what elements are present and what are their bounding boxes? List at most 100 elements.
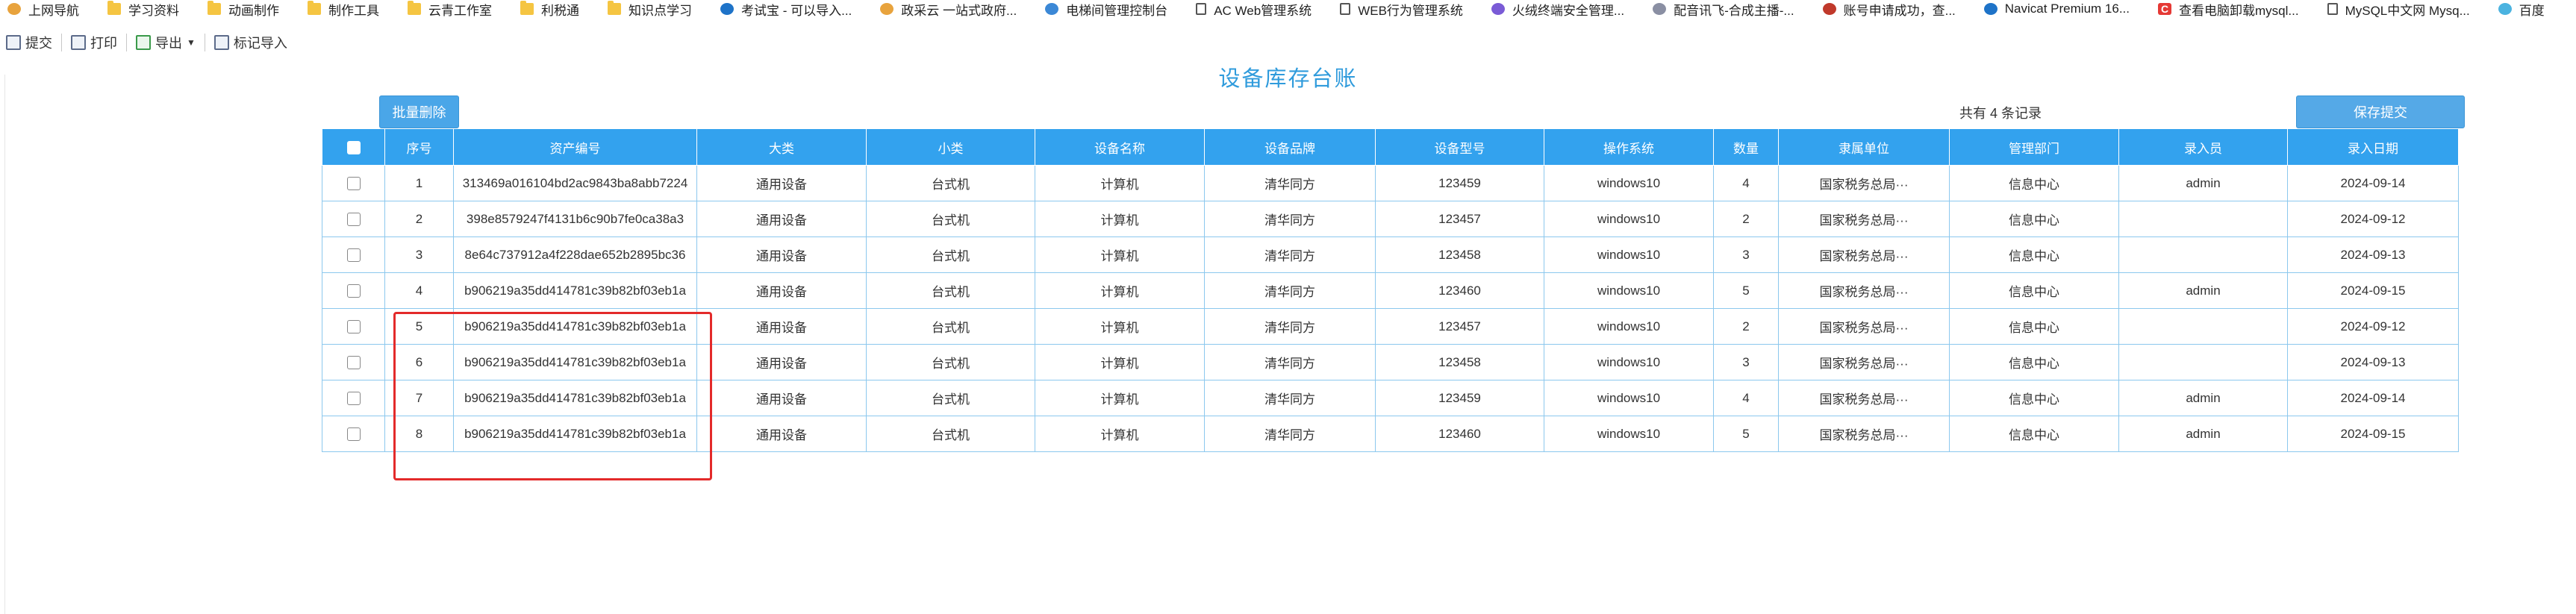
row-checkbox[interactable] bbox=[346, 392, 361, 406]
print-button[interactable]: 打印 bbox=[65, 33, 123, 52]
table-cell: 2024-09-12 bbox=[2287, 308, 2459, 345]
column-header: 管理部门 bbox=[1949, 128, 2119, 166]
row-select-cell[interactable] bbox=[322, 344, 385, 380]
table-cell: 2024-09-15 bbox=[2287, 416, 2459, 452]
save-submit-button[interactable]: 保存提交 bbox=[2296, 95, 2465, 128]
navicat-icon bbox=[1983, 3, 1998, 15]
table-cell: 6 bbox=[384, 344, 454, 380]
row-select-cell[interactable] bbox=[322, 380, 385, 416]
table-row[interactable]: 2 398e8579247f4131b6c90b7fe0ca38a3 通用设备 台式机… bbox=[322, 201, 2459, 237]
bookmark-item[interactable]: 制作工具 bbox=[300, 0, 379, 18]
table-cell: 通用设备 bbox=[696, 272, 867, 309]
globe-icon bbox=[720, 3, 734, 15]
table-cell: 国家税务总局··· bbox=[1778, 201, 1950, 237]
bookmark-item[interactable]: WEB行为管理系统 bbox=[1332, 0, 1463, 18]
row-checkbox[interactable] bbox=[346, 320, 361, 334]
bookmark-label: 上网导航 bbox=[28, 3, 79, 18]
table-cell: 台式机 bbox=[866, 344, 1035, 380]
bookmark-item[interactable]: MySQL中文网 Mysq... bbox=[2320, 0, 2470, 18]
import-button[interactable]: 标记导入 bbox=[208, 33, 293, 52]
bookmark-label: 账号申请成功，查... bbox=[1843, 3, 1956, 18]
row-select-cell[interactable] bbox=[322, 236, 385, 273]
table-cell: 通用设备 bbox=[696, 416, 867, 452]
table-cell: 信息中心 bbox=[1949, 272, 2119, 309]
row-select-cell[interactable] bbox=[322, 308, 385, 345]
row-checkbox[interactable] bbox=[346, 284, 361, 298]
table-cell: b906219a35dd414781c39b82bf03eb1a bbox=[453, 416, 697, 452]
bookmark-label: 百度 bbox=[2519, 3, 2545, 18]
bookmark-label: MySQL中文网 Mysq... bbox=[2345, 3, 2470, 18]
row-checkbox[interactable] bbox=[346, 248, 361, 263]
submit-button[interactable]: 提交 bbox=[0, 33, 58, 52]
table-cell: admin bbox=[2118, 416, 2288, 452]
table-cell: 3 bbox=[1713, 344, 1779, 380]
bookmark-label: Navicat Premium 16... bbox=[2004, 1, 2130, 16]
bookmark-item[interactable]: 账号申请成功，查... bbox=[1815, 0, 1956, 18]
bookmark-label: 考试宝 - 可以导入... bbox=[741, 3, 852, 18]
row-checkbox[interactable] bbox=[346, 427, 361, 442]
table-row[interactable]: 1 313469a016104bd2ac9843ba8abb7224 通用设备 台式机… bbox=[322, 165, 2459, 201]
bookmark-item[interactable]: 配音讯飞-合成主播-... bbox=[1645, 0, 1794, 18]
table-row[interactable]: 4 b906219a35dd414781c39b82bf03eb1a 通用设备 台式机… bbox=[322, 272, 2459, 309]
c-icon: C bbox=[2158, 3, 2171, 15]
bookmark-item[interactable]: 百度 bbox=[2491, 0, 2545, 18]
submit-label: 提交 bbox=[25, 36, 52, 51]
table-cell: 台式机 bbox=[866, 308, 1035, 345]
bookmark-item[interactable]: 知识点学习 bbox=[600, 0, 692, 18]
table-cell: 2024-09-13 bbox=[2287, 344, 2459, 380]
folder-icon bbox=[520, 1, 534, 15]
column-header: 数量 bbox=[1713, 128, 1779, 166]
export-button[interactable]: 导出 ▼ bbox=[130, 33, 202, 52]
table-cell: 计算机 bbox=[1035, 308, 1205, 345]
select-all-checkbox[interactable] bbox=[346, 140, 361, 154]
bookmark-item[interactable]: Navicat Premium 16... bbox=[1977, 0, 2130, 18]
table-cell: windows10 bbox=[1544, 380, 1714, 416]
row-select-cell[interactable] bbox=[322, 272, 385, 309]
bookmark-item[interactable]: 考试宝 - 可以导入... bbox=[713, 0, 852, 18]
row-checkbox[interactable] bbox=[346, 213, 361, 227]
toolbar: 提交 打印 导出 ▼ 标记导入 bbox=[0, 28, 293, 57]
row-checkbox[interactable] bbox=[346, 356, 361, 370]
column-header: 操作系统 bbox=[1544, 128, 1714, 166]
table-row[interactable]: 5 b906219a35dd414781c39b82bf03eb1a 通用设备 台式机… bbox=[322, 308, 2459, 345]
table-cell: 2024-09-14 bbox=[2287, 380, 2459, 416]
table-row[interactable]: 6 b906219a35dd414781c39b82bf03eb1a 通用设备 台式机… bbox=[322, 344, 2459, 380]
table-cell: 国家税务总局··· bbox=[1778, 344, 1950, 380]
table-row[interactable]: 7 b906219a35dd414781c39b82bf03eb1a 通用设备 台式机… bbox=[322, 380, 2459, 416]
bookmark-item[interactable]: 火绒终端安全管理... bbox=[1484, 0, 1624, 18]
bookmark-item[interactable]: AC Web管理系统 bbox=[1188, 0, 1312, 18]
batch-delete-button[interactable]: 批量删除 bbox=[379, 95, 459, 128]
bookmark-item[interactable]: C 查看电脑卸载mysql... bbox=[2151, 0, 2299, 18]
row-select-cell[interactable] bbox=[322, 201, 385, 237]
table-row[interactable]: 3 8e64c737912a4f228dae652b2895bc36 通用设备 台式机… bbox=[322, 236, 2459, 273]
bookmark-item[interactable]: 云青工作室 bbox=[400, 0, 492, 18]
bookmark-item[interactable]: 上网导航 bbox=[0, 0, 79, 18]
table-cell: 3 bbox=[1713, 236, 1779, 273]
bookmark-item[interactable]: 学习资料 bbox=[100, 0, 179, 18]
column-header: 设备名称 bbox=[1035, 128, 1205, 166]
toolbar-divider bbox=[61, 34, 62, 51]
column-header: 录入日期 bbox=[2287, 128, 2459, 166]
table-cell bbox=[2118, 201, 2288, 237]
table-cell: 通用设备 bbox=[696, 308, 867, 345]
table-cell: windows10 bbox=[1544, 344, 1714, 380]
table-cell: 313469a016104bd2ac9843ba8abb7224 bbox=[453, 165, 697, 201]
bookmark-item[interactable]: 利税通 bbox=[513, 0, 579, 18]
print-label: 打印 bbox=[90, 36, 117, 51]
table-cell: 7 bbox=[384, 380, 454, 416]
printer-icon bbox=[71, 35, 86, 50]
import-icon bbox=[213, 35, 229, 50]
table-cell: 信息中心 bbox=[1949, 416, 2119, 452]
bookmark-item[interactable]: 电梯间管理控制台 bbox=[1038, 0, 1167, 18]
table-cell: admin bbox=[2118, 165, 2288, 201]
submit-icon bbox=[6, 35, 21, 50]
row-select-cell[interactable] bbox=[322, 416, 385, 452]
row-checkbox[interactable] bbox=[346, 177, 361, 191]
bookmark-label: 利税通 bbox=[541, 3, 579, 18]
table-cell: 清华同方 bbox=[1204, 380, 1376, 416]
select-all-cell[interactable] bbox=[322, 128, 385, 166]
table-row[interactable]: 8 b906219a35dd414781c39b82bf03eb1a 通用设备 台式机… bbox=[322, 416, 2459, 452]
row-select-cell[interactable] bbox=[322, 165, 385, 201]
bookmark-item[interactable]: 政采云 一站式政府... bbox=[873, 0, 1017, 18]
bookmark-item[interactable]: 动画制作 bbox=[200, 0, 279, 18]
